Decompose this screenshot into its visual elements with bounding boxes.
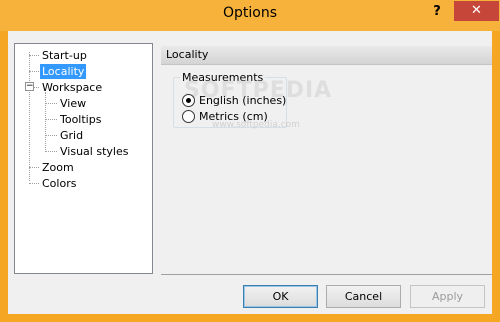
tree-item-zoom[interactable]: Zoom bbox=[40, 160, 76, 175]
apply-button[interactable]: Apply bbox=[410, 285, 485, 308]
help-button[interactable]: ? bbox=[424, 2, 450, 22]
options-dialog: Options ? ✕ Start-up Locality − Workspac… bbox=[0, 0, 500, 322]
tree-item-label: Visual styles bbox=[60, 145, 129, 158]
title-bar: Options ? ✕ bbox=[0, 0, 500, 31]
tree-item-colors[interactable]: Colors bbox=[40, 176, 78, 191]
tree-item-label: Tooltips bbox=[60, 113, 102, 126]
ok-button[interactable]: OK bbox=[243, 285, 318, 308]
tree-item-grid[interactable]: Grid bbox=[58, 128, 85, 143]
tree-item-locality[interactable]: Locality bbox=[40, 64, 87, 79]
tree-item-label: Colors bbox=[42, 177, 77, 190]
dialog-body: Start-up Locality − Workspace View Toolt… bbox=[8, 31, 492, 314]
divider bbox=[161, 274, 492, 275]
radio-label: English (inches) bbox=[199, 94, 287, 107]
tree-item-workspace[interactable]: Workspace bbox=[40, 80, 104, 95]
panel-title: Locality bbox=[166, 48, 209, 61]
tree-item-view[interactable]: View bbox=[58, 96, 88, 111]
radio-selected-icon[interactable] bbox=[182, 94, 195, 107]
collapse-icon[interactable]: − bbox=[25, 82, 34, 91]
options-tree[interactable]: Start-up Locality − Workspace View Toolt… bbox=[14, 43, 153, 274]
tree-item-tooltips[interactable]: Tooltips bbox=[58, 112, 103, 127]
tree-item-visual-styles[interactable]: Visual styles bbox=[58, 144, 130, 159]
tree-item-label: Locality bbox=[40, 64, 87, 79]
tree-item-label: Grid bbox=[60, 129, 84, 142]
tree-item-start-up[interactable]: Start-up bbox=[40, 48, 89, 63]
tree-item-label: Zoom bbox=[42, 161, 74, 174]
cancel-button[interactable]: Cancel bbox=[326, 285, 401, 308]
close-button[interactable]: ✕ bbox=[454, 1, 499, 21]
tree-item-label: Start-up bbox=[42, 49, 87, 62]
tree-item-label: View bbox=[60, 97, 87, 110]
radio-label: Metrics (cm) bbox=[199, 110, 268, 123]
radio-metrics[interactable]: Metrics (cm) bbox=[182, 109, 302, 124]
radio-english[interactable]: English (inches) bbox=[182, 93, 302, 108]
tree-item-label: Workspace bbox=[42, 81, 103, 94]
radio-unselected-icon[interactable] bbox=[182, 110, 195, 123]
panel-header: Locality bbox=[161, 46, 492, 65]
